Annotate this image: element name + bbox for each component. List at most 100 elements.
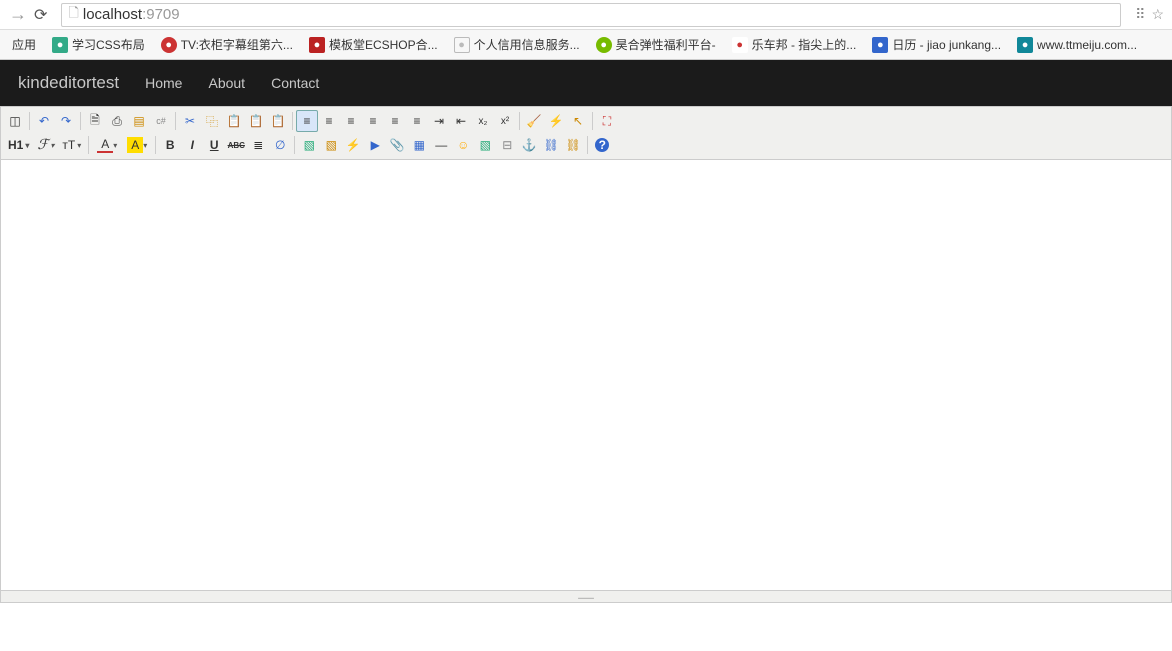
paste-word-button[interactable]: 📋 (267, 110, 289, 132)
italic-icon: I (184, 137, 200, 153)
nav-link-home[interactable]: Home (145, 75, 182, 91)
bookmark-item[interactable]: 应用 (6, 32, 42, 57)
separator (155, 136, 156, 154)
remove-format-button[interactable]: ∅ (269, 134, 291, 156)
nav-link-contact[interactable]: Contact (271, 75, 319, 91)
multi-image-button[interactable]: ▧ (320, 134, 342, 156)
multi-image-icon: ▧ (323, 137, 339, 153)
indent-button[interactable]: ⇥ (428, 110, 450, 132)
image-icon: ▧ (301, 137, 317, 153)
chevron-down-icon: ▾ (113, 141, 117, 150)
print-button[interactable]: ⎙ (106, 110, 128, 132)
ordered-list-button[interactable]: ≡ (384, 110, 406, 132)
editor-toolbar: ◫↶↷🗎⎙▤c#✂⿻📋📋📋≡≡≡≡≡≡⇥⇤x₂x²🧹⚡↖⛶ H1▾ℱ▾ᴛT▾A▾… (1, 107, 1171, 160)
strike-button[interactable]: ABC (225, 134, 247, 156)
outdent-icon: ⇤ (453, 113, 469, 129)
redo-button[interactable]: ↷ (55, 110, 77, 132)
align-justify-button[interactable]: ≡ (362, 110, 384, 132)
backcolor-button[interactable]: A▾ (122, 134, 152, 156)
fullscreen-button[interactable]: ⛶ (596, 110, 618, 132)
image-button[interactable]: ▧ (298, 134, 320, 156)
star-icon[interactable]: ☆ (1151, 6, 1164, 23)
separator (592, 112, 593, 130)
separator (175, 112, 176, 130)
source-icon: ◫ (7, 113, 23, 129)
undo-button[interactable]: ↶ (33, 110, 55, 132)
pagebreak-button[interactable]: ⊟ (496, 134, 518, 156)
bookmark-item[interactable]: ●学习CSS布局 (46, 32, 151, 57)
anchor-button[interactable]: ⚓ (518, 134, 540, 156)
format-dropdown[interactable]: H1▾ (4, 134, 33, 156)
table-button[interactable]: ▦ (408, 134, 430, 156)
file-button[interactable]: 📎 (386, 134, 408, 156)
bold-button[interactable]: B (159, 134, 181, 156)
bold-icon: B (162, 137, 178, 153)
align-center-button[interactable]: ≡ (318, 110, 340, 132)
subscript-button[interactable]: x₂ (472, 110, 494, 132)
translate-icon[interactable]: ⠿ (1135, 6, 1145, 23)
nav-link-about[interactable]: About (208, 75, 245, 91)
select-all-button[interactable]: ↖ (567, 110, 589, 132)
bookmark-item[interactable]: ●www.ttmeiju.com... (1011, 33, 1143, 57)
favicon: ● (454, 37, 470, 53)
preview-button[interactable]: 🗎 (84, 110, 106, 132)
paste-icon: 📋 (226, 113, 242, 129)
link-icon: ⛓ (543, 137, 559, 153)
code-button[interactable]: c# (150, 110, 172, 132)
align-left-button[interactable]: ≡ (296, 110, 318, 132)
format-dropdown-label: H1 (8, 138, 23, 152)
paste-word-icon: 📋 (270, 113, 286, 129)
paste-text-button[interactable]: 📋 (245, 110, 267, 132)
about-button[interactable]: ? (591, 134, 613, 156)
flash-button[interactable]: ⚡ (342, 134, 364, 156)
favicon: ● (596, 37, 612, 53)
superscript-button[interactable]: x² (494, 110, 516, 132)
bookmark-label: 应用 (12, 36, 36, 53)
fontfamily-dropdown[interactable]: ℱ▾ (33, 134, 58, 156)
forecolor-icon: A (97, 137, 113, 153)
paste-button[interactable]: 📋 (223, 110, 245, 132)
forecolor-button[interactable]: A▾ (92, 134, 122, 156)
bookmark-item[interactable]: ●TV:衣柜字幕组第六... (155, 32, 299, 57)
bookmark-item[interactable]: ●日历 - jiao junkang... (866, 32, 1007, 57)
underline-button[interactable]: U (203, 134, 225, 156)
resize-handle[interactable]: ⸺ (1, 590, 1171, 602)
cut-icon: ✂ (182, 113, 198, 129)
bookmark-item[interactable]: ●个人信用信息服务... (448, 32, 586, 57)
line-height-button[interactable]: ≣ (247, 134, 269, 156)
media-button[interactable]: ▶ (364, 134, 386, 156)
cut-button[interactable]: ✂ (179, 110, 201, 132)
favicon: ● (732, 37, 748, 53)
template-button[interactable]: ▤ (128, 110, 150, 132)
italic-button[interactable]: I (181, 134, 203, 156)
unordered-list-button[interactable]: ≡ (406, 110, 428, 132)
copy-button[interactable]: ⿻ (201, 110, 223, 132)
browser-toolbar: → ⟳ 🗋 localhost:9709 ⠿ ☆ (0, 0, 1172, 30)
separator (587, 136, 588, 154)
bookmark-label: 乐车邦 - 指尖上的... (752, 36, 857, 53)
fontsize-dropdown[interactable]: ᴛT▾ (58, 134, 85, 156)
quick-format-button[interactable]: ⚡ (545, 110, 567, 132)
address-bar[interactable]: 🗋 localhost:9709 (61, 3, 1121, 27)
baidu-map-button[interactable]: ▧ (474, 134, 496, 156)
outdent-button[interactable]: ⇤ (450, 110, 472, 132)
emoji-button[interactable]: ☺ (452, 134, 474, 156)
brand[interactable]: kindeditortest (18, 73, 119, 93)
forward-icon: → (8, 4, 28, 25)
hr-button[interactable]: — (430, 134, 452, 156)
bookmark-item[interactable]: ●乐车邦 - 指尖上的... (726, 32, 863, 57)
bookmark-label: www.ttmeiju.com... (1037, 38, 1137, 52)
bookmark-item[interactable]: ●模板堂ECSHOP合... (303, 32, 444, 57)
bookmark-item[interactable]: ●昊合弹性福利平台- (590, 32, 722, 57)
fullscreen-icon: ⛶ (599, 113, 615, 129)
source-button[interactable]: ◫ (4, 110, 26, 132)
link-button[interactable]: ⛓ (540, 134, 562, 156)
editor-body[interactable] (1, 160, 1171, 590)
preview-icon: 🗎 (87, 113, 103, 129)
reload-button[interactable]: ⟳ (34, 5, 47, 25)
unlink-button[interactable]: ⛓ (562, 134, 584, 156)
bookmarks-bar: 应用 ●学习CSS布局●TV:衣柜字幕组第六...●模板堂ECSHOP合...●个… (0, 30, 1172, 60)
ordered-list-icon: ≡ (387, 113, 403, 129)
align-right-button[interactable]: ≡ (340, 110, 362, 132)
clear-format-button[interactable]: 🧹 (523, 110, 545, 132)
